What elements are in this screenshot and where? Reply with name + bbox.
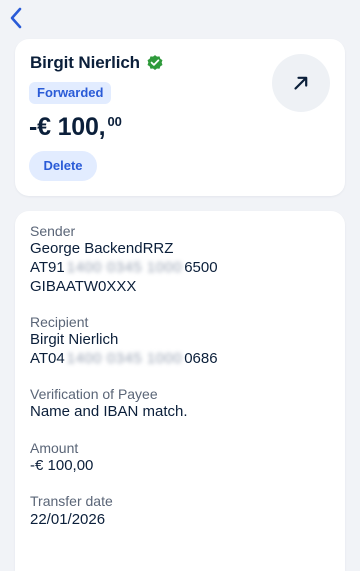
transfer-date-value: 22/01/2026 bbox=[30, 511, 106, 528]
recipient-iban-suffix: 0686 bbox=[184, 350, 218, 367]
transfer-date-label: Transfer date bbox=[30, 493, 113, 509]
recipient-name: Birgit Nierlich bbox=[30, 53, 140, 72]
sender-iban-masked: 1400 0345 1000 bbox=[66, 259, 183, 276]
amount-value: -€ 100,00 bbox=[30, 457, 94, 474]
amount-cents: 00 bbox=[107, 114, 122, 129]
sender-iban-prefix: AT91 bbox=[30, 259, 65, 276]
recipient-label: Recipient bbox=[30, 314, 89, 330]
verification-value: Name and IBAN match. bbox=[30, 403, 188, 420]
verification-label: Verification of Payee bbox=[30, 386, 158, 402]
arrow-up-right-icon bbox=[294, 76, 308, 90]
amount-main: -€ 100, bbox=[29, 113, 106, 141]
transaction-amount: -€ 100, 00 bbox=[29, 112, 122, 142]
sender-iban-suffix: 6500 bbox=[184, 259, 218, 276]
recipient-iban-masked: 1400 0345 1000 bbox=[66, 350, 183, 367]
sender-bic: GIBAATW0XXX bbox=[30, 278, 137, 295]
back-button[interactable] bbox=[4, 4, 28, 32]
sender-name: George BackendRRZ bbox=[30, 240, 174, 257]
chevron-left-icon bbox=[10, 7, 22, 29]
verified-check-icon bbox=[147, 55, 163, 71]
recipient-name-row: Birgit Nierlich bbox=[30, 53, 164, 73]
recipient-iban: AT04 1400 0345 1000 0686 bbox=[30, 349, 218, 368]
details-arrow-button[interactable] bbox=[272, 54, 330, 112]
amount-label: Amount bbox=[30, 440, 79, 456]
sender-iban: AT91 1400 0345 1000 6500 bbox=[30, 258, 218, 277]
recipient-iban-prefix: AT04 bbox=[30, 350, 65, 367]
top-bar bbox=[0, 0, 360, 36]
status-badge: Forwarded bbox=[29, 82, 112, 104]
sender-label: Sender bbox=[30, 223, 76, 239]
recipient-detail-name: Birgit Nierlich bbox=[30, 331, 119, 348]
delete-button[interactable]: Delete bbox=[29, 151, 97, 181]
